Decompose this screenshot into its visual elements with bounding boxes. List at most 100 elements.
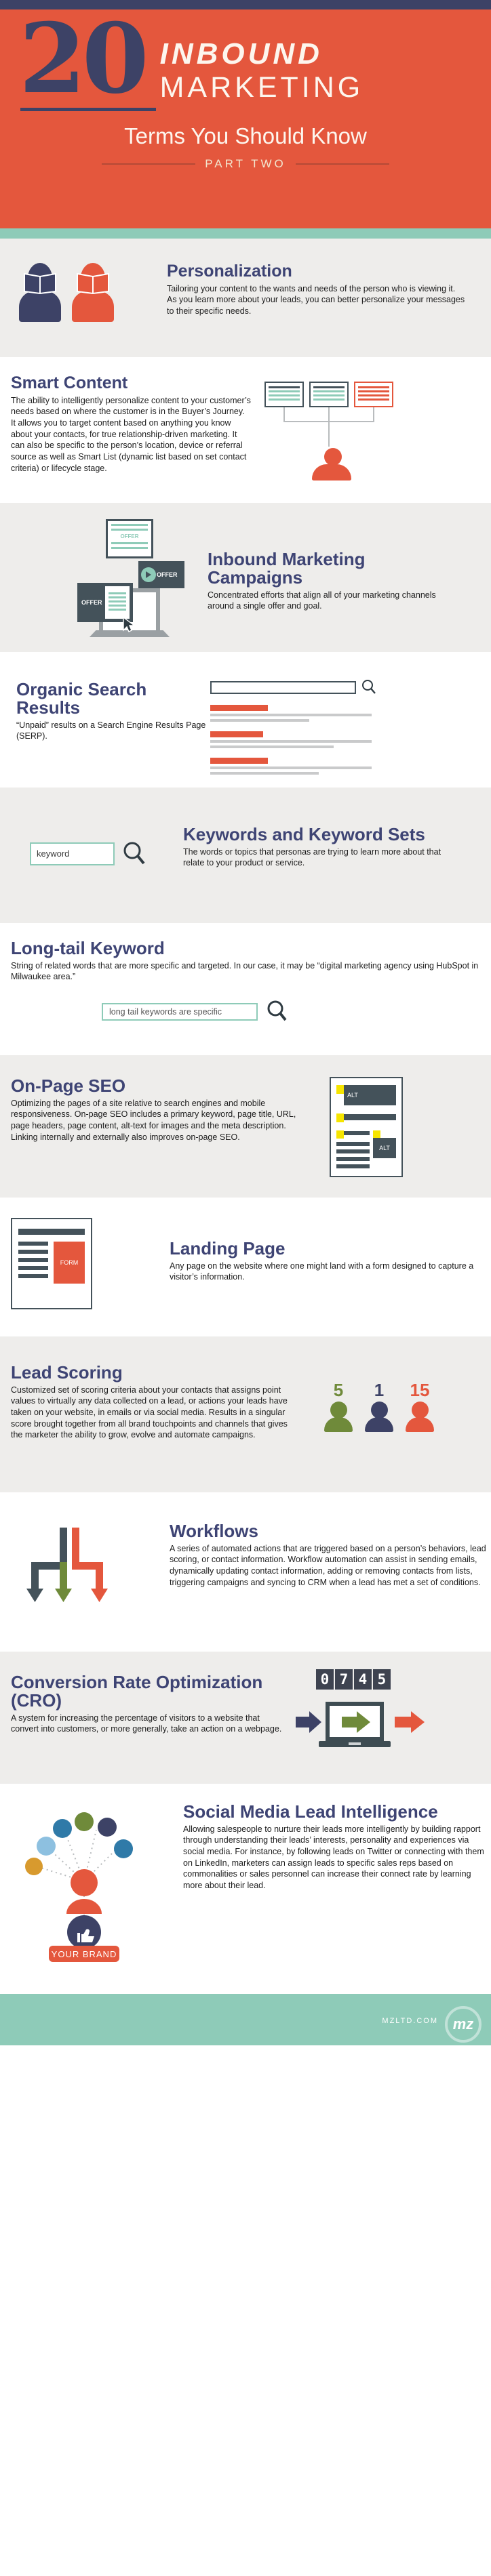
section-on-page-seo: On-Page SEO Optimizing the pages of a si… bbox=[0, 1055, 491, 1198]
odometer-digit: 0 bbox=[316, 1669, 334, 1690]
search-icon bbox=[267, 1000, 287, 1021]
reader-icon-orange bbox=[72, 263, 114, 322]
on-page-seo-art: ALT ALT bbox=[298, 1055, 482, 1177]
organic-search-title: Organic Search Results bbox=[16, 679, 147, 718]
cursor-icon bbox=[122, 616, 136, 636]
smart-content-art bbox=[251, 357, 468, 483]
smart-card-right bbox=[354, 382, 393, 407]
section-organic-search: Organic Search Results “Unpaid” results … bbox=[0, 652, 491, 788]
score-item: 1 bbox=[364, 1381, 395, 1432]
long-tail-title: Long-tail Keyword bbox=[11, 938, 165, 958]
serp-search-box[interactable] bbox=[210, 680, 356, 694]
alt-label-2: ALT bbox=[373, 1138, 396, 1158]
keywords-title: Keywords and Keyword Sets bbox=[183, 824, 425, 844]
organic-search-art bbox=[210, 652, 461, 777]
landing-page-body: Any page on the website where one might … bbox=[170, 1261, 474, 1282]
lead-scoring-body: Customized set of scoring criteria about… bbox=[11, 1385, 288, 1440]
section-workflows: Workflows A series of automated actions … bbox=[0, 1492, 491, 1652]
smart-card-center bbox=[309, 382, 349, 407]
mz-logo: mz bbox=[445, 2006, 482, 2043]
keyword-input[interactable]: keyword bbox=[30, 842, 115, 865]
section-personalization: Personalization Tailoring your content t… bbox=[0, 239, 491, 357]
section-social-media: YOUR BRAND Social Media Lead Intelligenc… bbox=[0, 1784, 491, 1994]
reader-icon-navy bbox=[19, 263, 61, 322]
keywords-body: The words or topics that personas are tr… bbox=[183, 846, 441, 868]
branching-arrows-icon bbox=[26, 1528, 108, 1602]
long-tail-body: String of related words that are more sp… bbox=[11, 960, 479, 982]
footer: MZLTD.COM mz bbox=[0, 1994, 491, 2045]
header-inbound-text: INBOUND bbox=[159, 37, 323, 70]
lead-scoring-title: Lead Scoring bbox=[11, 1362, 123, 1383]
inbound-campaigns-body: Concentrated efforts that align all of y… bbox=[208, 590, 436, 611]
serp-result bbox=[210, 758, 380, 775]
header-part-row: PART TWO bbox=[0, 157, 491, 171]
social-media-body: Allowing salespeople to nurture their le… bbox=[183, 1824, 484, 1890]
section-cro: Conversion Rate Optimization (CRO) A sys… bbox=[0, 1652, 491, 1784]
social-network-icon: YOUR BRAND bbox=[25, 1812, 133, 1962]
header-part-label: PART TWO bbox=[205, 157, 286, 170]
svg-text:YOUR BRAND: YOUR BRAND bbox=[52, 1949, 117, 1959]
smart-content-person-icon bbox=[312, 448, 354, 481]
score-value: 1 bbox=[374, 1380, 385, 1400]
workflows-body: A series of automated actions that are t… bbox=[170, 1543, 486, 1587]
on-page-seo-title: On-Page SEO bbox=[11, 1076, 126, 1096]
section-landing-page: FORM Landing Page Any page on the websit… bbox=[0, 1198, 491, 1336]
cro-body: A system for increasing the percentage o… bbox=[11, 1713, 282, 1734]
section-smart-content: Smart Content The ability to intelligent… bbox=[0, 357, 491, 503]
organic-search-body: “Unpaid” results on a Search Engine Resu… bbox=[16, 720, 206, 741]
header-title-row: 20 INBOUND MARKETING bbox=[0, 11, 491, 107]
personalization-art bbox=[19, 259, 155, 322]
social-media-title: Social Media Lead Intelligence bbox=[183, 1801, 438, 1822]
play-icon bbox=[141, 567, 156, 582]
long-tail-search-row: long tail keywords are specific bbox=[11, 1000, 491, 1023]
header-subtitle: Terms You Should Know bbox=[124, 123, 367, 148]
cro-title: Conversion Rate Optimization (CRO) bbox=[11, 1672, 263, 1711]
landing-page-art: FORM bbox=[0, 1198, 170, 1309]
footer-url[interactable]: MZLTD.COM bbox=[382, 2017, 438, 2025]
teal-accent-strip bbox=[0, 228, 491, 239]
keywords-art: keyword bbox=[0, 788, 183, 869]
personalization-title: Personalization bbox=[167, 262, 292, 281]
odometer: 0 7 4 5 bbox=[316, 1669, 488, 1690]
score-value: 5 bbox=[333, 1380, 344, 1400]
section-long-tail-keyword: Long-tail Keyword String of related word… bbox=[0, 923, 491, 1055]
offer-label-2: OFFER bbox=[157, 571, 178, 578]
infographic-page: 20 INBOUND MARKETING Terms You Should Kn… bbox=[0, 0, 491, 2045]
personalization-body: Tailoring your content to the wants and … bbox=[167, 283, 465, 316]
laptop-conversion-icon bbox=[296, 1702, 425, 1747]
alt-label-1: ALT bbox=[344, 1085, 396, 1105]
serp-result bbox=[210, 731, 380, 748]
long-tail-input[interactable]: long tail keywords are specific bbox=[102, 1003, 258, 1021]
header-number: 20 bbox=[19, 3, 149, 115]
odometer-digit: 5 bbox=[373, 1669, 391, 1690]
odometer-digit: 7 bbox=[335, 1669, 353, 1690]
workflows-title: Workflows bbox=[170, 1521, 258, 1541]
lead-scoring-art: 5 1 15 bbox=[298, 1336, 482, 1441]
smart-content-title: Smart Content bbox=[11, 373, 128, 392]
header-marketing-text: MARKETING bbox=[159, 71, 364, 104]
smart-content-body: The ability to intelligently personalize… bbox=[11, 395, 251, 473]
search-icon bbox=[362, 680, 376, 694]
part-rule-left bbox=[102, 163, 196, 165]
score-value: 15 bbox=[410, 1380, 430, 1400]
header-wordmark: INBOUND MARKETING bbox=[145, 22, 364, 105]
score-item: 5 bbox=[323, 1381, 354, 1432]
score-item: 15 bbox=[404, 1381, 435, 1432]
offer-label-3: OFFER bbox=[81, 599, 102, 606]
smart-card-left bbox=[264, 382, 304, 407]
section-keywords: keyword Keywords and Keyword Sets The wo… bbox=[0, 788, 491, 923]
inbound-campaigns-title: Inbound Marketing Campaigns bbox=[208, 549, 366, 588]
offer-video-icon: OFFER bbox=[138, 561, 184, 588]
offer-page-icon: OFFER bbox=[106, 519, 153, 558]
landing-page-title: Landing Page bbox=[170, 1238, 286, 1259]
part-rule-right bbox=[295, 163, 389, 165]
section-lead-scoring: Lead Scoring Customized set of scoring c… bbox=[0, 1336, 491, 1492]
on-page-seo-body: Optimizing the pages of a site relative … bbox=[11, 1098, 296, 1142]
score-group: 5 1 15 bbox=[323, 1381, 482, 1432]
form-label: FORM bbox=[54, 1242, 85, 1284]
inbound-campaigns-art: OFFER OFFER OFFER bbox=[0, 503, 203, 640]
odometer-digit: 4 bbox=[354, 1669, 372, 1690]
cro-art: 0 7 4 5 bbox=[285, 1652, 488, 1759]
section-inbound-campaigns: OFFER OFFER OFFER Inbound Marketing Camp… bbox=[0, 503, 491, 652]
offer-label-1: OFFER bbox=[120, 533, 139, 539]
